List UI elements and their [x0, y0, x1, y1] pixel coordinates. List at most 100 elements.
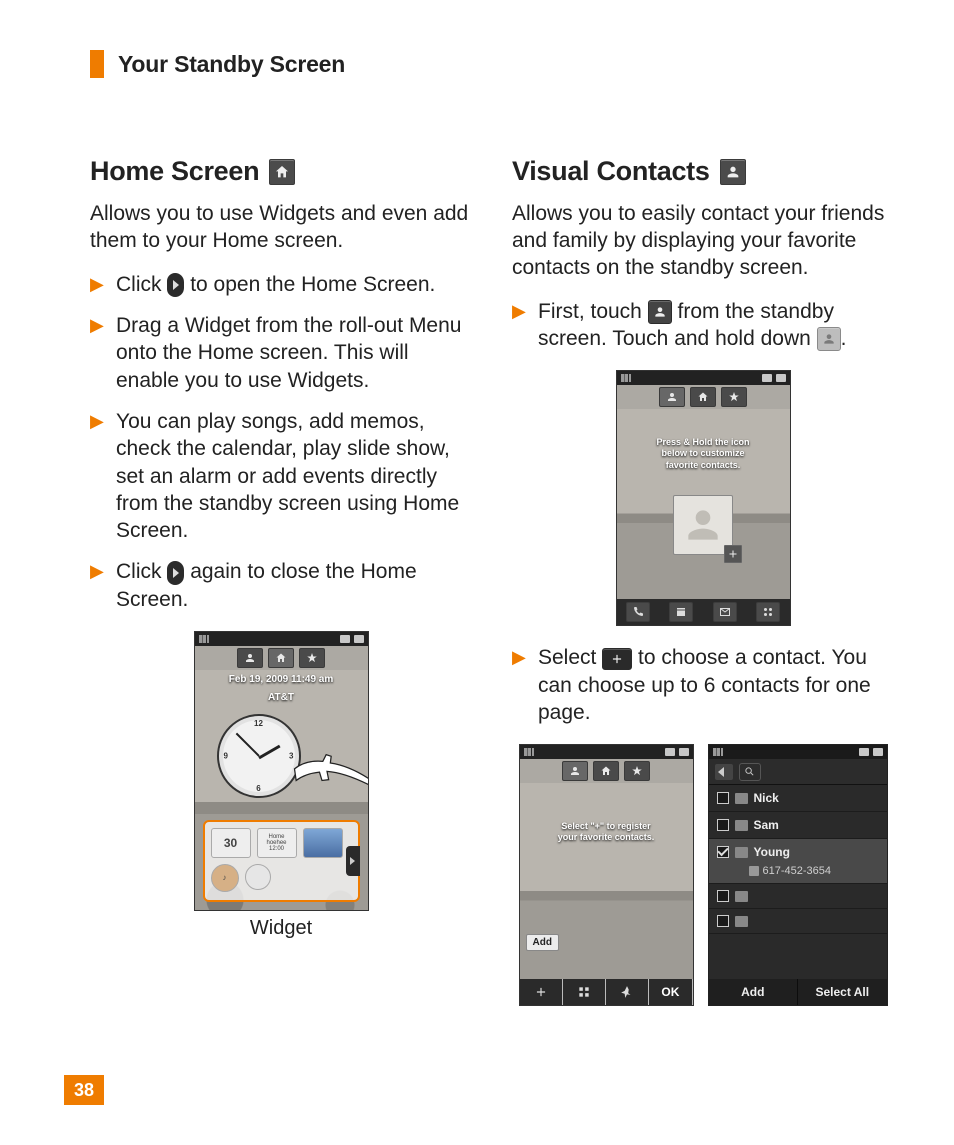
phone-type-icon: [749, 866, 759, 876]
phone-vc1-body: Press & Hold the icon below to customize…: [617, 409, 790, 599]
tab-home-icon[interactable]: [593, 761, 619, 781]
tab-home-icon[interactable]: [268, 648, 294, 668]
battery-icon: [679, 748, 689, 756]
checkbox-icon[interactable]: [717, 915, 729, 927]
phone-status-bar: [520, 745, 693, 759]
checkbox-icon[interactable]: [717, 792, 729, 804]
overlay-line: Select "+" to register: [561, 821, 650, 831]
step-text: Click: [116, 273, 167, 296]
bottom-plus-btn[interactable]: [520, 979, 563, 1005]
memo-widget-icon[interactable]: Home hoehee 12:00: [257, 828, 297, 858]
dock-dialer-icon[interactable]: [626, 602, 650, 622]
contact-type-icon: [735, 891, 748, 902]
bullet-icon: ▶: [512, 300, 526, 323]
contact-name: Sam: [754, 818, 779, 832]
tab-favorites-icon[interactable]: [624, 761, 650, 781]
content-columns: Home Screen Allows you to use Widgets an…: [90, 156, 894, 1006]
signal-icon: [524, 748, 534, 756]
contact-row-selected[interactable]: Young 617-452-3654: [709, 839, 887, 884]
phone-top-tabs: [617, 385, 790, 409]
contact-placeholder-icon: [817, 327, 841, 351]
contact-name: Young: [754, 845, 790, 859]
step-text: .: [841, 327, 847, 350]
back-icon[interactable]: [715, 764, 733, 780]
step-use-widgets: ▶ You can play songs, add memos, check t…: [90, 408, 472, 544]
bottom-pin-btn[interactable]: [606, 979, 649, 1005]
add-button[interactable]: Add: [709, 979, 799, 1005]
add-contact-overlay-icon[interactable]: [724, 545, 742, 563]
contact-row[interactable]: [709, 909, 887, 934]
visual-contacts-desc: Allows you to easily contact your friend…: [512, 201, 894, 282]
home-screen-title-text: Home Screen: [90, 156, 259, 187]
tab-favorites-icon[interactable]: [721, 387, 747, 407]
plus-button-icon: [602, 648, 632, 670]
overlay-line: Press & Hold the icon: [656, 437, 749, 447]
bullet-icon: ▶: [90, 273, 104, 296]
phone-visual-contacts-1: Press & Hold the icon below to customize…: [616, 370, 791, 626]
home-icon: [269, 159, 295, 185]
home-screen-steps: ▶ Click to open the Home Screen. ▶ Drag …: [90, 271, 472, 613]
signal-icon: [713, 748, 723, 756]
checkbox-checked-icon[interactable]: [717, 846, 729, 858]
dock-contacts-icon[interactable]: [669, 602, 693, 622]
contact-row[interactable]: [709, 884, 887, 909]
dock-messages-icon[interactable]: [713, 602, 737, 622]
select-all-button[interactable]: Select All: [798, 979, 887, 1005]
checkbox-icon[interactable]: [717, 819, 729, 831]
clock-widget-icon[interactable]: [245, 864, 271, 890]
bottom-ok-btn[interactable]: OK: [649, 979, 692, 1005]
phone-dock: [617, 599, 790, 625]
phone-home-screen: Feb 19, 2009 11:49 am AT&T 123 69 30 Hom…: [194, 631, 369, 911]
phone-number: 617-452-3654: [763, 865, 832, 877]
bottom-grid-btn[interactable]: [563, 979, 606, 1005]
dock-apps-icon[interactable]: [756, 602, 780, 622]
phone-status-bar: [709, 745, 887, 759]
contact-list-body[interactable]: Nick Sam Young 617-452-3654: [709, 785, 887, 979]
tab-home-icon[interactable]: [690, 387, 716, 407]
bullet-icon: ▶: [90, 560, 104, 583]
contact-list-toolbar: [709, 759, 887, 785]
page-header: Your Standby Screen: [90, 50, 894, 78]
music-widget-icon[interactable]: ♪: [211, 864, 239, 892]
header-accent: [90, 50, 104, 78]
overlay-line: favorite contacts.: [666, 460, 741, 470]
arrow-handle-icon: [167, 561, 184, 585]
widget-tray[interactable]: 30 Home hoehee 12:00 ♪: [203, 820, 360, 902]
overlay-line: your favorite contacts.: [558, 832, 655, 842]
tray-handle-icon[interactable]: [346, 846, 360, 876]
photo-widget-icon[interactable]: [303, 828, 343, 858]
phone-status-bar: [195, 632, 368, 646]
overlay-text: Press & Hold the icon below to customize…: [617, 437, 790, 471]
battery-icon: [873, 748, 883, 756]
memo-line: 12:00: [269, 846, 284, 852]
checkbox-icon[interactable]: [717, 890, 729, 902]
phone-top-tabs: [195, 646, 368, 670]
bluetooth-icon: [762, 374, 772, 382]
visual-contacts-heading: Visual Contacts: [512, 156, 894, 187]
calendar-widget-icon[interactable]: 30: [211, 828, 251, 858]
contacts-button-icon: [648, 300, 672, 324]
phone-home-body: Feb 19, 2009 11:49 am AT&T 123 69 30 Hom…: [195, 670, 368, 910]
contacts-icon: [720, 159, 746, 185]
tab-favorites-icon[interactable]: [299, 648, 325, 668]
contact-row[interactable]: Sam: [709, 812, 887, 839]
search-icon[interactable]: [739, 763, 761, 781]
step-touch-contacts: ▶ First, touch from the standby screen. …: [512, 298, 894, 353]
phone-date: Feb 19, 2009 11:49 am: [195, 674, 368, 685]
contact-row[interactable]: Nick: [709, 785, 887, 812]
visual-contacts-figure-1: Press & Hold the icon below to customize…: [512, 370, 894, 626]
step-open-home: ▶ Click to open the Home Screen.: [90, 271, 472, 298]
arrow-handle-icon: [167, 273, 184, 297]
tab-contacts-icon[interactable]: [562, 761, 588, 781]
bullet-icon: ▶: [90, 314, 104, 337]
phone-status-bar: [617, 371, 790, 385]
add-tooltip: Add: [526, 934, 559, 951]
bluetooth-icon: [665, 748, 675, 756]
page-number: 38: [64, 1075, 104, 1105]
step-text: Click: [116, 560, 167, 583]
step-drag-widget: ▶ Drag a Widget from the roll-out Menu o…: [90, 312, 472, 394]
page-title: Your Standby Screen: [118, 51, 345, 78]
tab-contacts-icon[interactable]: [659, 387, 685, 407]
contact-type-icon: [735, 793, 748, 804]
tab-contacts-icon[interactable]: [237, 648, 263, 668]
